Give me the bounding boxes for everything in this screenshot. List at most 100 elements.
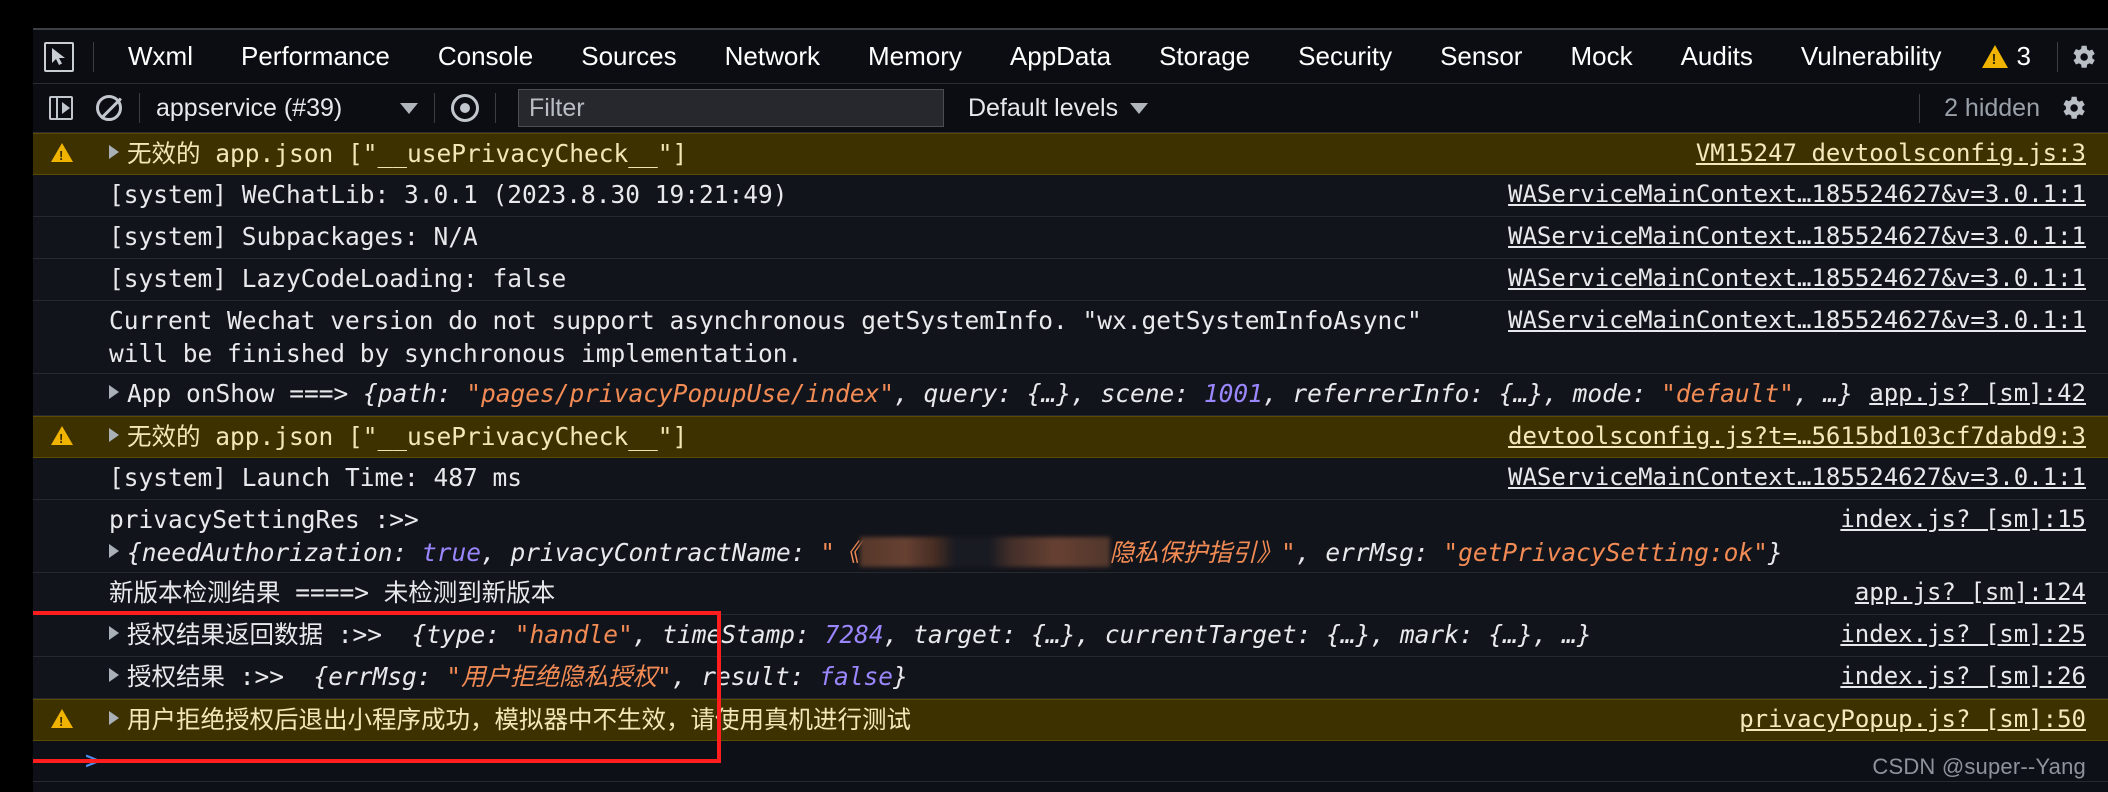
console-source-link[interactable]: index.js? [sm]:25	[1840, 618, 2108, 651]
console-token: "default"	[1661, 379, 1794, 408]
tab-sensor[interactable]: Sensor	[1416, 30, 1546, 83]
console-row-body: 授权结果返回数据 :>> {type: "handle", timeStamp:…	[91, 618, 2108, 651]
console-token: [system] LazyCodeLoading: false	[109, 264, 567, 293]
console-token: }	[1767, 538, 1783, 567]
expand-triangle-icon[interactable]	[109, 544, 119, 558]
clear-console-icon[interactable]	[89, 91, 129, 125]
console-source-link[interactable]: privacyPopup.js? [sm]:50	[1739, 703, 2108, 736]
console-token: , …}	[1793, 379, 1853, 408]
console-row-body: 无效的 app.json ["__usePrivacyCheck__"] VM15…	[91, 137, 2108, 170]
expand-triangle-icon[interactable]	[109, 668, 119, 682]
console-row-body: Current Wechat version do not support as…	[91, 304, 2108, 370]
tab-appdata[interactable]: AppData	[986, 30, 1135, 83]
warning-count-badge[interactable]: 3	[1966, 41, 2047, 72]
console-row[interactable]: [system] Subpackages: N/A WAServiceMainCo…	[33, 217, 2108, 259]
console-token: true	[422, 538, 482, 567]
console-row[interactable]: 授权结果 :>> {errMsg: "用户拒绝隐私授权", result: fa…	[33, 657, 2108, 699]
console-row[interactable]: 新版本检测结果 ====> 未检测到新版本 app.js? [sm]:124	[33, 573, 2108, 615]
console-message-line: 用户拒绝授权后退出小程序成功，模拟器中不生效，请使用真机进行测试	[91, 703, 1739, 736]
console-message-text: 无效的 app.json ["__usePrivacyCheck__"]	[127, 137, 1696, 170]
console-row-gutter	[33, 461, 91, 467]
gear-icon[interactable]	[2068, 42, 2098, 72]
filter-input[interactable]	[518, 89, 944, 127]
console-message-line: [system] Subpackages: N/A	[91, 220, 1508, 253]
javascript-context-select[interactable]: appservice (#39)	[156, 94, 424, 123]
console-message-line: 无效的 app.json ["__usePrivacyCheck__"]	[91, 137, 1696, 170]
console-row[interactable]: App onShow ===> {path: "pages/privacyPop…	[33, 374, 2108, 416]
console-row[interactable]: 无效的 app.json ["__usePrivacyCheck__"] VM15…	[33, 133, 2108, 175]
live-expression-eye-icon[interactable]	[445, 91, 485, 125]
console-source-link[interactable]: app.js? [sm]:124	[1855, 576, 2108, 609]
console-row-message-wrap: 授权结果 :>> {errMsg: "用户拒绝隐私授权", result: fa…	[91, 660, 1840, 693]
console-settings-gear-icon[interactable]	[2058, 93, 2088, 123]
console-token: [system] Subpackages: N/A	[109, 222, 478, 251]
console-row[interactable]: [system] Launch Time: 487 ms WAServiceMai…	[33, 458, 2108, 500]
console-row[interactable]: [system] WeChatLib: 3.0.1 (2023.8.30 19:…	[33, 175, 2108, 217]
tab-console[interactable]: Console	[414, 30, 557, 83]
warning-icon	[1981, 45, 2008, 68]
tab-wxml[interactable]: Wxml	[104, 30, 217, 83]
console-token: false	[819, 662, 894, 691]
expand-triangle-icon[interactable]	[109, 385, 119, 399]
console-token: [system] Launch Time: 487 ms	[109, 463, 523, 492]
console-message-text: App onShow ===> {path: "pages/privacyPop…	[127, 377, 1869, 410]
console-source-link[interactable]: devtoolsconfig.js?t=…5615bd103cf7dabd9:3	[1508, 420, 2108, 453]
tab-sources[interactable]: Sources	[557, 30, 700, 83]
kebab-menu-icon[interactable]	[2098, 40, 2108, 74]
expand-triangle-icon[interactable]	[109, 626, 119, 640]
console-source-link[interactable]: VM15247 devtoolsconfig.js:3	[1696, 137, 2108, 170]
console-row-message-wrap: App onShow ===> {path: "pages/privacyPop…	[91, 377, 1869, 410]
devtools-window: Wxml Performance Console Sources Network…	[33, 28, 2108, 792]
console-message-text: 授权结果 :>> {errMsg: "用户拒绝隐私授权", result: fa…	[127, 660, 1840, 693]
tab-security[interactable]: Security	[1274, 30, 1416, 83]
warning-icon	[51, 426, 73, 446]
console-message-text: Current Wechat version do not support as…	[109, 304, 1508, 370]
console-row[interactable]: [system] LazyCodeLoading: false WAService…	[33, 259, 2108, 301]
hidden-messages-count[interactable]: 2 hidden	[1919, 93, 2058, 123]
console-message-list[interactable]: 无效的 app.json ["__usePrivacyCheck__"] VM15…	[33, 133, 2108, 741]
console-source-link[interactable]: WAServiceMainContext…185524627&v=3.0.1:1	[1508, 178, 2108, 211]
console-row[interactable]: 无效的 app.json ["__usePrivacyCheck__"] devt…	[33, 416, 2108, 458]
tab-performance[interactable]: Performance	[217, 30, 414, 83]
log-level-select[interactable]: Default levels	[968, 94, 1149, 123]
console-row-body: privacySettingRes :>> {needAuthorization:…	[91, 503, 2108, 569]
sidebar-panel-icon[interactable]	[45, 93, 77, 123]
console-token: , errMsg:	[1295, 538, 1444, 567]
console-row-message-wrap: Current Wechat version do not support as…	[91, 304, 1508, 370]
console-source-link[interactable]: index.js? [sm]:26	[1840, 660, 2108, 693]
console-source-link[interactable]: WAServiceMainContext…185524627&v=3.0.1:1	[1508, 461, 2108, 494]
tab-audits[interactable]: Audits	[1657, 30, 1777, 83]
console-prompt-row[interactable]: >	[33, 741, 2108, 782]
console-source-link[interactable]: WAServiceMainContext…185524627&v=3.0.1:1	[1508, 304, 2108, 337]
inspect-element-button[interactable]	[39, 39, 79, 75]
console-row-body: App onShow ===> {path: "pages/privacyPop…	[91, 377, 2108, 410]
expand-triangle-icon[interactable]	[109, 428, 119, 442]
console-token: 1001	[1203, 379, 1263, 408]
console-token: "getPrivacySetting:ok"	[1443, 538, 1768, 567]
console-source-link[interactable]: WAServiceMainContext…185524627&v=3.0.1:1	[1508, 220, 2108, 253]
console-source-link[interactable]: app.js? [sm]:42	[1869, 377, 2108, 410]
console-token: {path:	[363, 379, 467, 408]
tab-memory[interactable]: Memory	[844, 30, 986, 83]
console-row[interactable]: 授权结果返回数据 :>> {type: "handle", timeStamp:…	[33, 615, 2108, 657]
console-token: , privacyContractName:	[481, 538, 821, 567]
expand-triangle-icon[interactable]	[109, 145, 119, 159]
tab-vulnerability[interactable]: Vulnerability	[1777, 30, 1966, 83]
tab-storage[interactable]: Storage	[1135, 30, 1274, 83]
console-token: "《	[820, 538, 860, 567]
tab-mock[interactable]: Mock	[1546, 30, 1656, 83]
console-token: , result:	[671, 662, 820, 691]
console-token: 授权结果 :>>	[127, 662, 314, 691]
console-message-line: [system] Launch Time: 487 ms	[91, 461, 1508, 494]
console-row[interactable]: 用户拒绝授权后退出小程序成功，模拟器中不生效，请使用真机进行测试 privacyP…	[33, 699, 2108, 741]
console-row-message-wrap: [system] LazyCodeLoading: false	[91, 262, 1508, 295]
console-source-link[interactable]: index.js? [sm]:15	[1840, 503, 2108, 536]
console-row-body: 授权结果 :>> {errMsg: "用户拒绝隐私授权", result: fa…	[91, 660, 2108, 693]
console-message-text: 新版本检测结果 ====> 未检测到新版本	[109, 576, 1855, 609]
console-source-link[interactable]: WAServiceMainContext…185524627&v=3.0.1:1	[1508, 262, 2108, 295]
console-row[interactable]: privacySettingRes :>> {needAuthorization:…	[33, 500, 2108, 573]
tab-network[interactable]: Network	[701, 30, 844, 83]
expand-triangle-icon[interactable]	[109, 711, 119, 725]
console-message-line: 授权结果 :>> {errMsg: "用户拒绝隐私授权", result: fa…	[91, 660, 1840, 693]
console-row[interactable]: Current Wechat version do not support as…	[33, 301, 2108, 374]
